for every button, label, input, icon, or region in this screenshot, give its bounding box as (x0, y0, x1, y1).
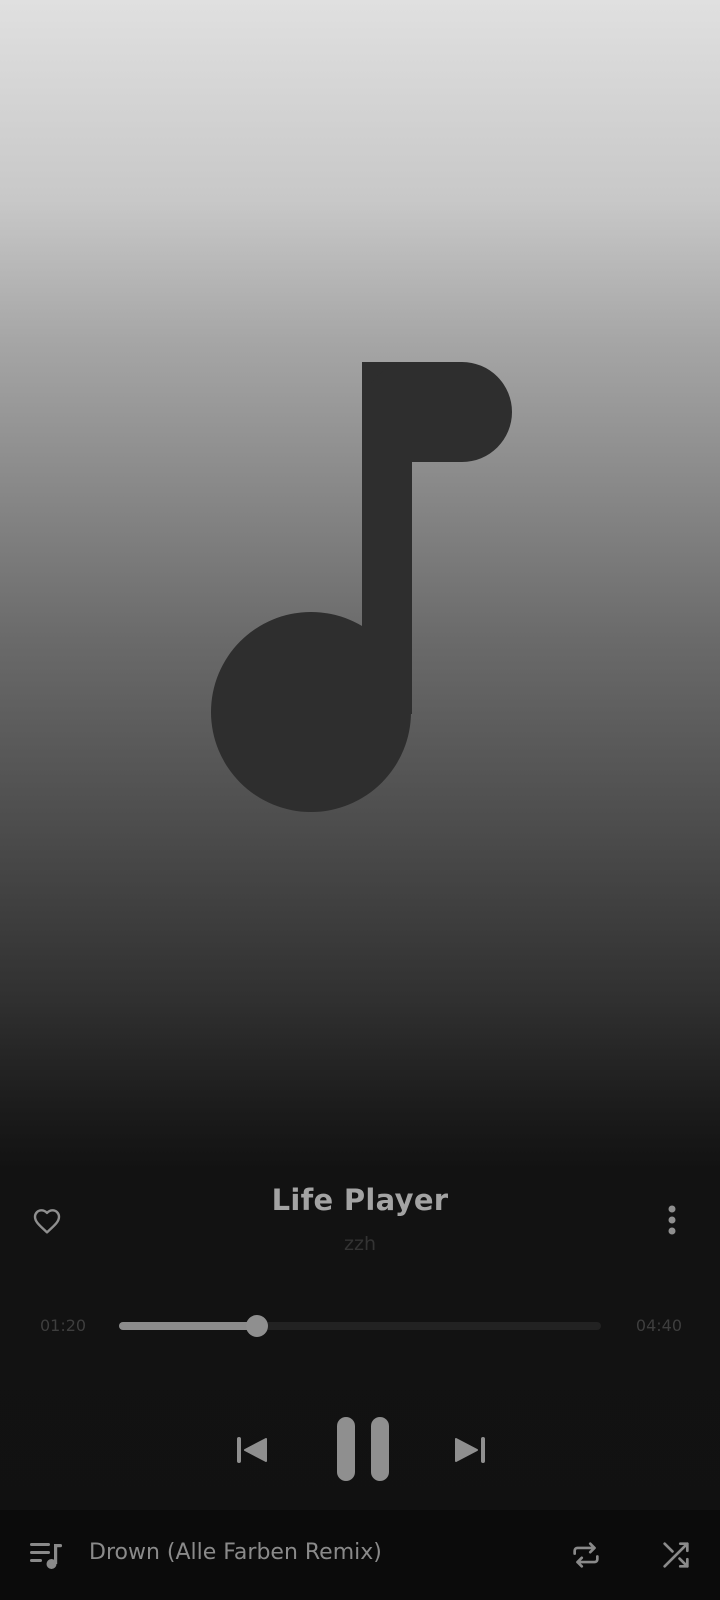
skip-previous-icon (237, 1437, 267, 1463)
skip-next-icon (455, 1437, 485, 1463)
now-playing-title[interactable]: Drown (Alle Farben Remix) (89, 1540, 382, 1565)
progress-thumb[interactable] (245, 1315, 268, 1337)
elapsed-time: 01:20 (40, 1316, 87, 1335)
heart-outline-icon (33, 1209, 61, 1234)
queue-button[interactable] (26, 1537, 66, 1573)
now-playing-screen: Life Player zzh 01:20 04:40 Drown (Alle … (0, 0, 720, 1600)
queue-music-icon (30, 1543, 62, 1569)
previous-button[interactable] (228, 1428, 276, 1472)
artist-name: zzh (344, 1233, 376, 1255)
repeat-button[interactable] (566, 1535, 606, 1575)
pause-button[interactable] (326, 1414, 400, 1484)
more-vertical-icon (668, 1205, 676, 1235)
pause-icon (337, 1417, 389, 1481)
repeat-icon (573, 1542, 599, 1568)
shuffle-icon (663, 1542, 689, 1568)
album-artwork (0, 0, 720, 1160)
music-note-icon (211, 362, 512, 812)
like-button[interactable] (26, 1202, 68, 1240)
progress-fill (119, 1322, 257, 1330)
progress-slider[interactable] (119, 1315, 601, 1337)
more-options-button[interactable] (656, 1200, 688, 1240)
next-button[interactable] (446, 1428, 494, 1472)
shuffle-button[interactable] (656, 1535, 696, 1575)
total-duration: 04:40 (635, 1316, 682, 1335)
song-title: Life Player (271, 1183, 449, 1217)
mini-bottom-bar: Drown (Alle Farben Remix) (0, 1510, 720, 1600)
